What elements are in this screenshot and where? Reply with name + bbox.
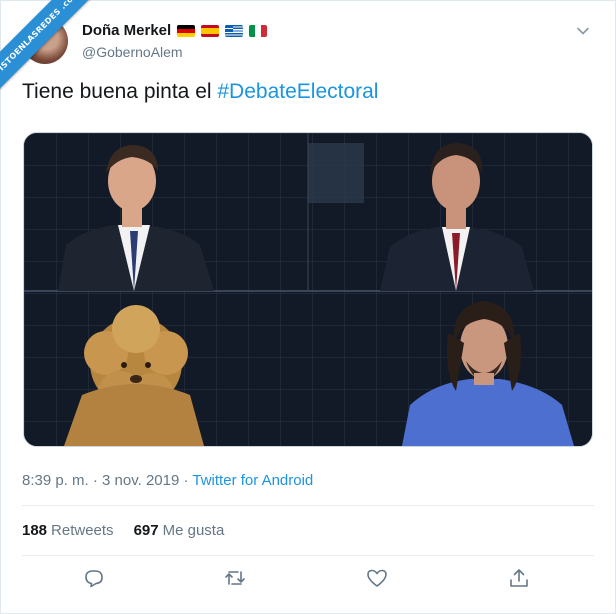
tweet-stats: 188 Retweets 697 Me gusta — [22, 522, 224, 539]
spain-flag-icon — [201, 24, 220, 37]
share-icon[interactable] — [507, 566, 531, 590]
like-icon[interactable] — [365, 566, 389, 590]
display-name[interactable]: Doña Merkel — [82, 22, 171, 39]
likes-label: Me gusta — [162, 522, 225, 539]
tweet-meta: 8:39 p. m. · 3 nov. 2019 · Twitter for A… — [22, 472, 313, 489]
debate-collage — [24, 133, 592, 446]
divider — [22, 555, 594, 556]
tweet-image[interactable] — [23, 132, 593, 447]
reply-icon[interactable] — [82, 566, 106, 590]
retweets-count: 188 — [22, 522, 48, 539]
divider — [22, 505, 594, 506]
tweet-text: Tiene buena pinta el #DebateElectoral — [22, 80, 378, 104]
germany-flag-icon — [177, 24, 196, 37]
italy-flag-icon — [249, 24, 268, 37]
likes-count: 697 — [133, 522, 159, 539]
timestamp[interactable]: 8:39 p. m. · 3 nov. 2019 · — [22, 472, 192, 489]
user-handle[interactable]: @GobernoAlem — [82, 44, 183, 60]
retweets-label: Retweets — [51, 522, 114, 539]
tweet-source-link[interactable]: Twitter for Android — [192, 472, 313, 489]
action-bar — [0, 566, 616, 594]
retweet-icon[interactable] — [223, 566, 247, 590]
tweet-body: Tiene buena pinta el — [22, 80, 218, 103]
greece-flag-icon — [225, 24, 244, 37]
user-name-row[interactable]: Doña Merkel — [82, 22, 268, 39]
retweets-stat[interactable]: 188 Retweets — [22, 522, 114, 539]
hashtag-link[interactable]: #DebateElectoral — [217, 80, 378, 103]
likes-stat[interactable]: 697 Me gusta — [134, 522, 225, 539]
chevron-down-icon[interactable] — [576, 24, 590, 38]
